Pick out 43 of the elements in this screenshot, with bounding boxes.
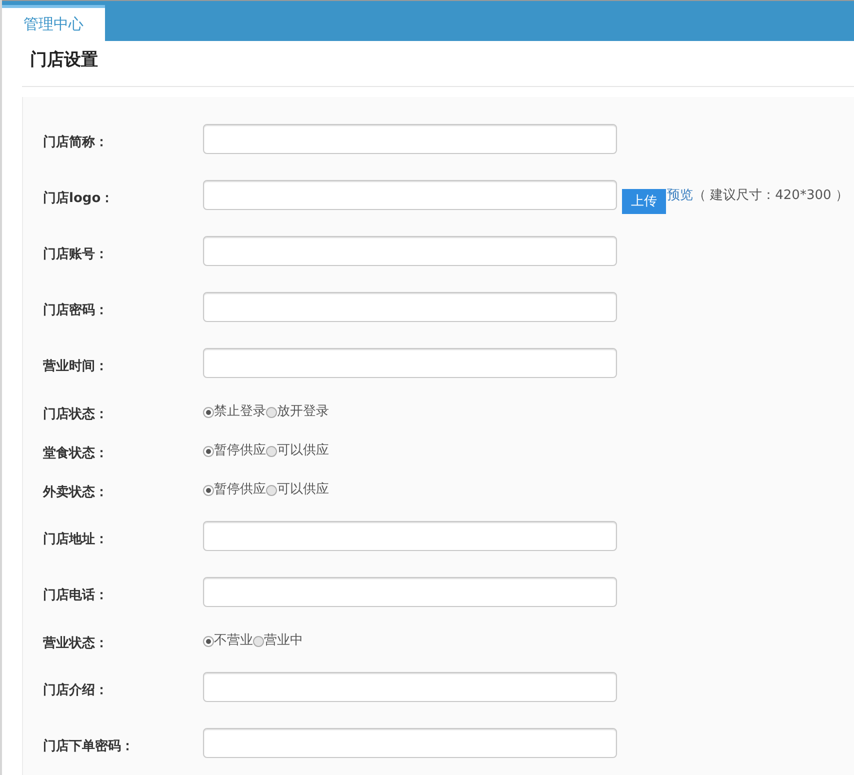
field-label: 营业状态： <box>42 634 109 652</box>
radio-label: 可以供应 <box>277 442 329 458</box>
input-field[interactable] <box>203 577 617 607</box>
radio-label: 放开登录 <box>277 402 329 420</box>
radio-label: 禁止登录 <box>214 402 266 420</box>
radio-label: 营业中 <box>264 632 303 648</box>
upload-button[interactable]: 上传 <box>622 188 666 214</box>
input-field[interactable] <box>203 728 617 758</box>
field-label: 门店电话： <box>42 586 109 604</box>
field-label: 门店介绍： <box>42 682 109 699</box>
tab[interactable]: 管理中心 <box>2 5 105 41</box>
input-field[interactable] <box>203 292 617 322</box>
input-field[interactable] <box>203 521 617 551</box>
radio-button[interactable] <box>203 636 214 646</box>
field-label: 外卖状态： <box>42 484 109 500</box>
size-hint: （ 建议尺寸：420*300 ） <box>693 187 848 204</box>
field-label: 门店账号： <box>42 246 109 263</box>
input-field[interactable] <box>203 348 617 378</box>
field-label: 门店地址： <box>42 530 109 548</box>
input-field[interactable] <box>203 236 617 266</box>
radio-button[interactable] <box>266 484 277 496</box>
input-field[interactable] <box>203 180 617 210</box>
input-field[interactable] <box>203 124 617 154</box>
radio-button[interactable] <box>203 406 214 418</box>
radio-label: 暂停供应 <box>214 442 266 458</box>
page-title: 门店设置 <box>22 41 854 87</box>
preview-link[interactable]: 预览 <box>667 186 693 204</box>
radio-button[interactable] <box>203 484 214 496</box>
radio-button[interactable] <box>266 406 277 418</box>
field-label: 门店logo： <box>42 190 115 207</box>
field-label: 营业时间： <box>42 358 109 375</box>
radio-button[interactable] <box>266 446 277 456</box>
radio-button[interactable] <box>253 636 264 646</box>
field-label: 堂食状态： <box>42 444 109 462</box>
radio-label: 可以供应 <box>277 480 329 498</box>
input-field[interactable] <box>203 672 617 702</box>
radio-label: 暂停供应 <box>214 480 266 498</box>
field-label: 门店状态： <box>42 406 109 422</box>
field-label: 门店密码： <box>42 302 109 319</box>
field-label: 门店简称： <box>42 134 109 151</box>
radio-button[interactable] <box>203 446 214 456</box>
field-label: 门店下单密码： <box>42 738 135 755</box>
radio-label: 不营业 <box>214 632 253 648</box>
